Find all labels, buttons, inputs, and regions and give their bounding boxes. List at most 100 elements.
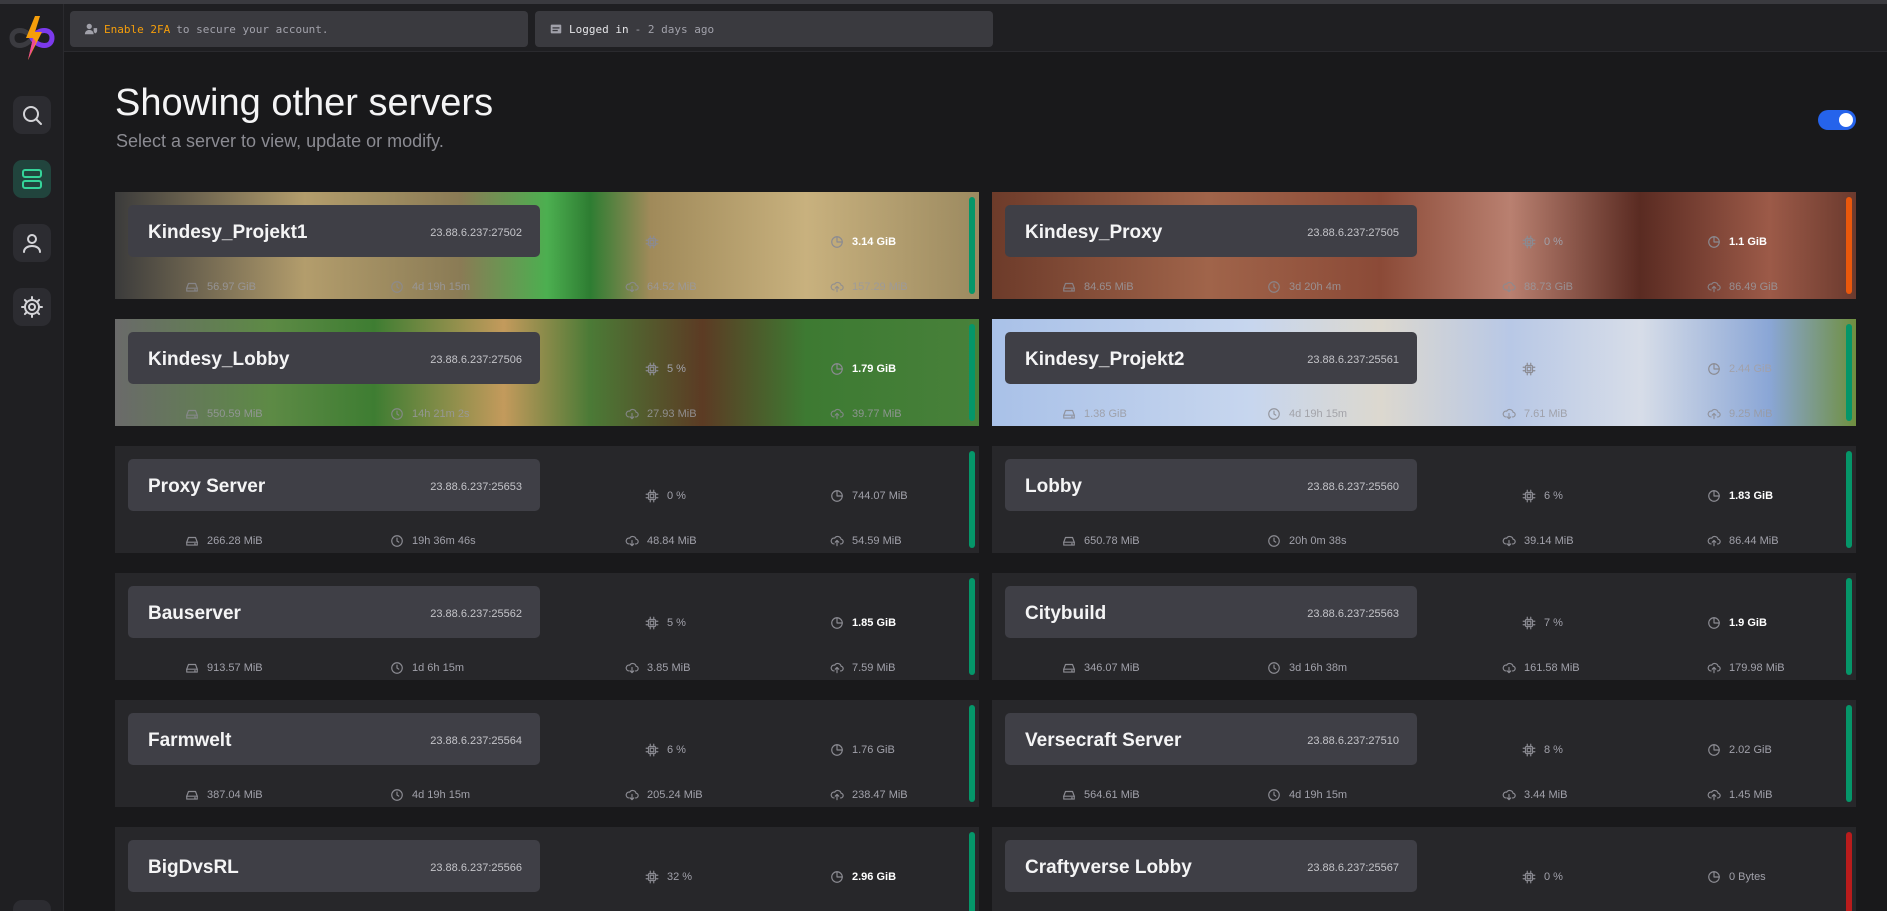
server-upload: 39.77 MiB	[830, 407, 902, 421]
server-uptime: 4d 19h 15m	[390, 788, 470, 802]
server-download: 27.93 MiB	[625, 407, 697, 421]
server-cpu-value: 32 %	[667, 871, 693, 883]
server-uptime-value: 1d 6h 15m	[412, 662, 464, 674]
server-upload-value: 1.45 MiB	[1729, 789, 1773, 801]
server-disk: 56.97 GiB	[185, 280, 256, 294]
server-card[interactable]: Kindesy_Lobby 23.88.6.237:27506 5 % 1.79 Gi…	[115, 319, 979, 426]
upload-icon	[1707, 280, 1721, 294]
nav-account-button[interactable]	[13, 224, 51, 262]
server-download: 3.44 MiB	[1502, 788, 1567, 802]
disk-icon	[1062, 788, 1076, 802]
cpu-icon	[1522, 489, 1536, 503]
download-icon	[625, 661, 639, 675]
server-name: Farmwelt	[148, 730, 232, 751]
server-download: 7.61 MiB	[1502, 407, 1567, 421]
nav-search-button[interactable]	[13, 96, 51, 134]
memory-icon	[830, 362, 844, 376]
server-upload-value: 9.25 MiB	[1729, 408, 1773, 420]
server-card[interactable]: Kindesy_Projekt2 23.88.6.237:25561 2.44 Gi…	[992, 319, 1856, 426]
server-uptime: 20h 0m 38s	[1267, 534, 1346, 548]
upload-icon	[1707, 407, 1721, 421]
server-name: Lobby	[1025, 476, 1082, 497]
upload-icon	[830, 788, 844, 802]
disk-icon	[185, 534, 199, 548]
server-cpu	[1522, 362, 1544, 376]
server-uptime-value: 4d 19h 15m	[412, 281, 471, 293]
server-address: 23.88.6.237:25567	[1307, 862, 1399, 874]
server-card[interactable]: Kindesy_Projekt1 23.88.6.237:27502 3.14 Gi…	[115, 192, 979, 299]
disk-icon	[185, 661, 199, 675]
server-memory-value: 3.14 GiB	[852, 236, 897, 248]
status-indicator	[969, 324, 975, 421]
login-notice: Logged in - 2 days ago	[535, 11, 993, 47]
memory-icon	[1707, 235, 1721, 249]
server-name-box: Farmwelt 23.88.6.237:25564	[128, 713, 540, 765]
server-cpu: 6 %	[1522, 489, 1563, 503]
server-memory: 744.07 MiB	[830, 489, 908, 503]
twofa-link[interactable]: Enable 2FA	[104, 23, 170, 36]
cpu-icon	[1522, 743, 1536, 757]
server-memory-value: 1.79 GiB	[852, 363, 897, 375]
clock-icon	[390, 280, 404, 294]
server-cpu-value: 7 %	[1544, 617, 1563, 629]
server-download: 64.52 MiB	[625, 280, 697, 294]
server-name-box: Kindesy_Projekt1 23.88.6.237:27502	[128, 205, 540, 257]
server-icon	[22, 169, 42, 189]
server-uptime: 3d 20h 4m	[1267, 280, 1341, 294]
server-cpu: 5 %	[645, 362, 686, 376]
server-download: 205.24 MiB	[625, 788, 703, 802]
server-card[interactable]: Farmwelt 23.88.6.237:25564 6 % 1.76 GiB 387.…	[115, 700, 979, 807]
disk-icon	[185, 280, 199, 294]
nav-settings-button[interactable]	[13, 288, 51, 326]
server-uptime-value: 14h 21m 2s	[412, 408, 470, 420]
server-card[interactable]: Lobby 23.88.6.237:25560 6 % 1.83 GiB 650.78 …	[992, 446, 1856, 553]
server-upload: 157.29 MiB	[830, 280, 908, 294]
server-disk: 564.61 MiB	[1062, 788, 1140, 802]
server-card[interactable]: Citybuild 23.88.6.237:25563 7 % 1.9 GiB 346.…	[992, 573, 1856, 680]
server-card[interactable]: Proxy Server 23.88.6.237:25653 0 % 744.07 M…	[115, 446, 979, 553]
server-upload: 7.59 MiB	[830, 661, 895, 675]
memory-icon	[830, 616, 844, 630]
show-all-servers-toggle[interactable]	[1818, 110, 1856, 130]
history-icon	[550, 24, 562, 34]
server-disk: 550.59 MiB	[185, 407, 263, 421]
server-uptime-value: 4d 19h 15m	[1289, 789, 1348, 801]
download-icon	[1502, 788, 1516, 802]
server-memory: 2.02 GiB	[1707, 743, 1772, 757]
memory-icon	[830, 743, 844, 757]
toggle-knob	[1839, 113, 1853, 127]
server-address: 23.88.6.237:25563	[1307, 608, 1399, 620]
server-upload: 179.98 MiB	[1707, 661, 1785, 675]
memory-icon	[830, 235, 844, 249]
disk-icon	[185, 788, 199, 802]
server-memory: 3.14 GiB	[830, 235, 896, 249]
server-memory: 1.1 GiB	[1707, 235, 1767, 249]
server-upload-value: 157.29 MiB	[852, 281, 908, 293]
server-card[interactable]: Craftyverse Lobby 23.88.6.237:25567 0 % 0 B…	[992, 827, 1856, 911]
server-uptime-value: 3d 20h 4m	[1289, 281, 1341, 293]
clock-icon	[1267, 661, 1281, 675]
server-disk-value: 1.38 GiB	[1084, 408, 1127, 420]
server-card[interactable]: Bauserver 23.88.6.237:25562 5 % 1.85 GiB 913…	[115, 573, 979, 680]
twofa-notice[interactable]: Enable 2FA to secure your account.	[70, 11, 528, 47]
download-icon	[625, 280, 639, 294]
upload-icon	[830, 534, 844, 548]
server-disk: 650.78 MiB	[1062, 534, 1140, 548]
server-card[interactable]: BigDvsRL 23.88.6.237:25566 32 % 2.96 GiB	[115, 827, 979, 911]
server-name: Proxy Server	[148, 476, 266, 497]
nav-logout-button[interactable]	[13, 900, 51, 911]
server-cpu: 7 %	[1522, 616, 1563, 630]
memory-icon	[1707, 616, 1721, 630]
server-upload: 86.49 GiB	[1707, 280, 1778, 294]
server-cpu: 8 %	[1522, 743, 1563, 757]
nav-servers-button[interactable]	[13, 160, 51, 198]
server-card[interactable]: Kindesy_Proxy 23.88.6.237:27505 0 % 1.1 GiB…	[992, 192, 1856, 299]
clock-icon	[1267, 407, 1281, 421]
app-logo[interactable]	[6, 12, 58, 64]
page-title: Showing other servers	[115, 82, 494, 124]
server-disk: 1.38 GiB	[1062, 407, 1127, 421]
login-label: Logged in	[569, 22, 629, 36]
server-card[interactable]: Versecraft Server 23.88.6.237:27510 8 % 2.0…	[992, 700, 1856, 807]
upload-icon	[1707, 661, 1721, 675]
server-uptime-value: 4d 19h 15m	[1289, 408, 1348, 420]
